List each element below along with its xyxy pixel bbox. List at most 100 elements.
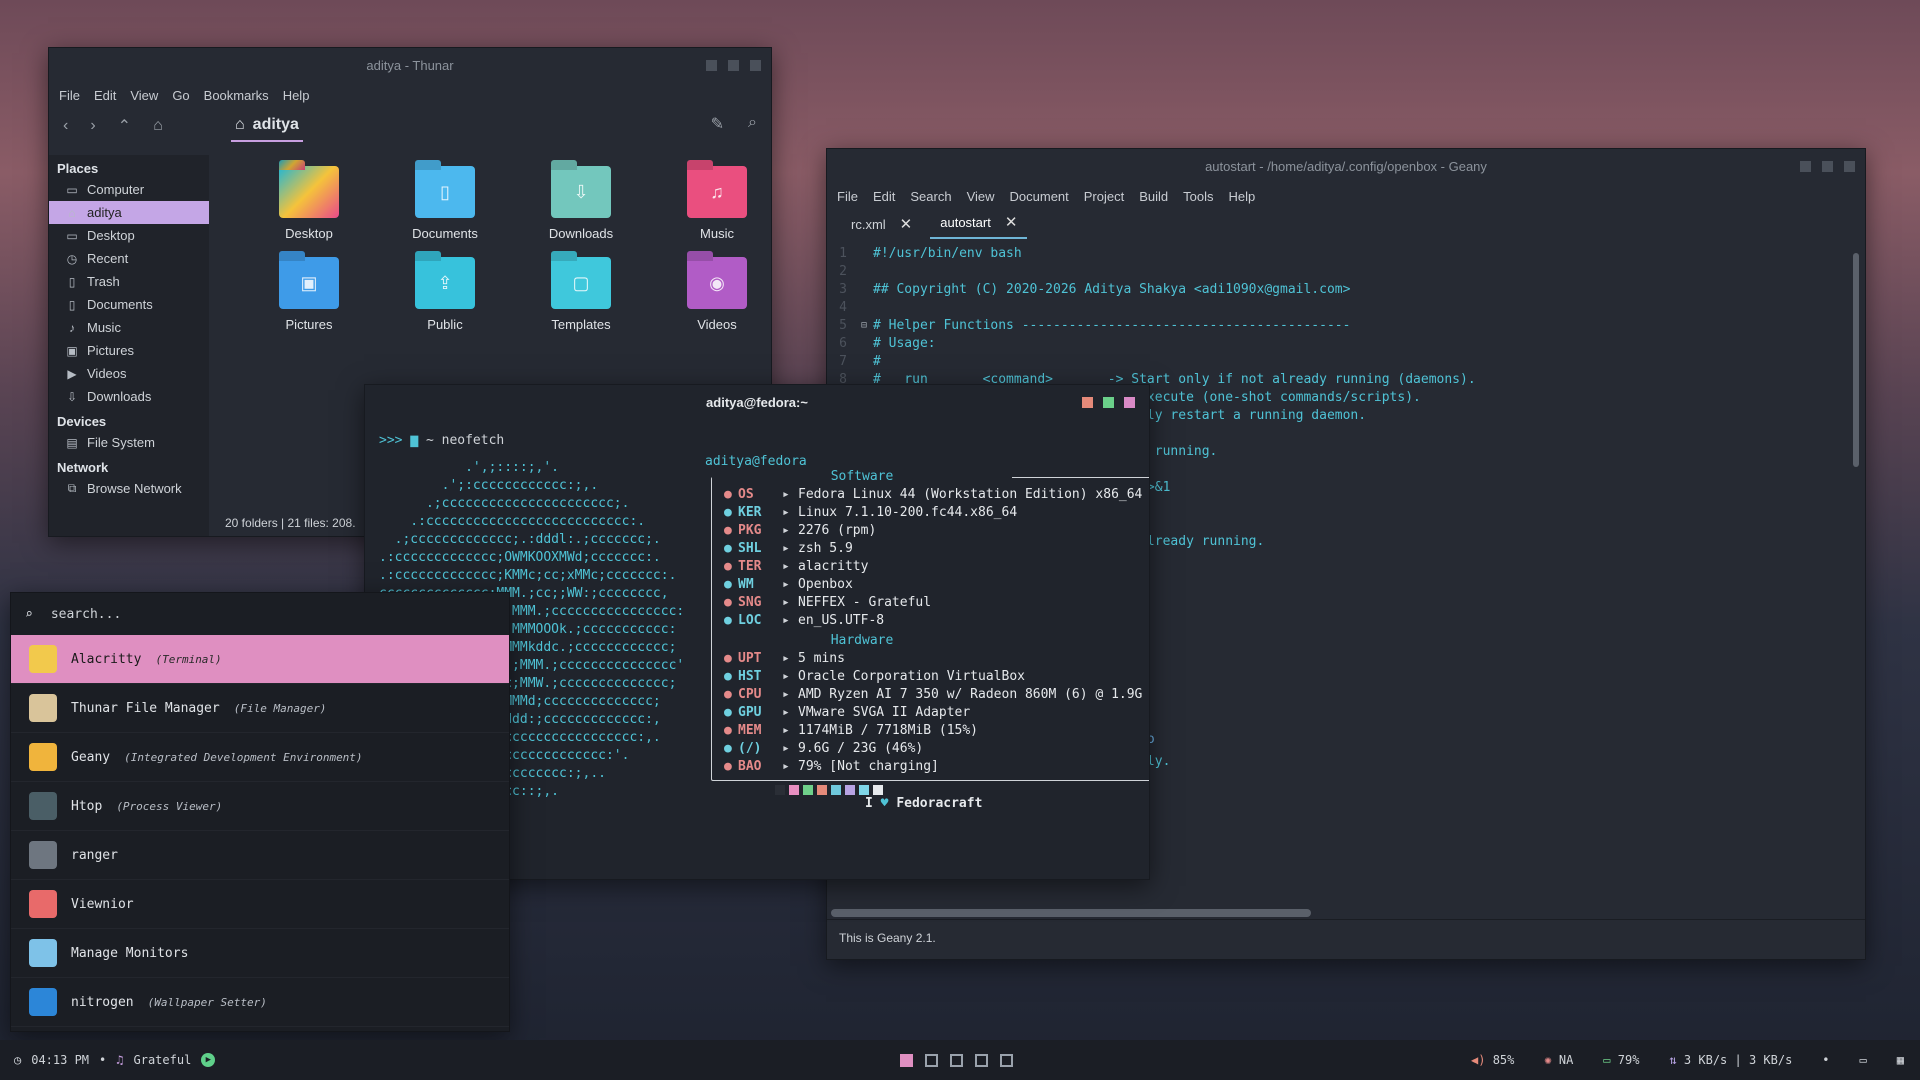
info-row-sng: ● SNG ▸ NEFFEX - Grateful: [724, 595, 932, 610]
workspace-1[interactable]: [900, 1053, 913, 1067]
menu-edit[interactable]: Edit: [94, 88, 116, 103]
menu-search[interactable]: Search: [910, 189, 951, 204]
menu-document[interactable]: Document: [1010, 189, 1069, 204]
window-controls: [1082, 397, 1135, 408]
sidebar-item-computer[interactable]: ▭ Computer: [49, 178, 209, 201]
thunar-titlebar[interactable]: aditya - Thunar: [49, 48, 771, 82]
app-icon: [29, 645, 57, 673]
file-item[interactable]: ▢ Templates: [513, 257, 649, 332]
minimize-button[interactable]: [706, 60, 717, 71]
close-button[interactable]: [1844, 161, 1855, 172]
close-button[interactable]: [750, 60, 761, 71]
sidebar-item-aditya[interactable]: ⌂ aditya: [49, 201, 209, 224]
geany-status-bar: This is Geany 2.1.: [827, 919, 1865, 959]
forward-icon[interactable]: ›: [90, 117, 95, 135]
launcher-item[interactable]: nitrogen (Wallpaper Setter): [11, 978, 509, 1027]
launcher-search[interactable]: ⌕ search...: [11, 593, 509, 635]
menu-bookmarks[interactable]: Bookmarks: [204, 88, 269, 103]
monitor-icon[interactable]: ▭: [1860, 1053, 1867, 1067]
tab-rc-xml[interactable]: rc.xml ✕: [841, 215, 922, 239]
menu-help[interactable]: Help: [283, 88, 310, 103]
ascii-line: .:ccccccccccccc;OWMKOOXMWd;ccccccc:.: [379, 550, 661, 565]
launcher-item[interactable]: Thunar File Manager (File Manager): [11, 684, 509, 733]
app-icon: [29, 792, 57, 820]
code-line: 4: [839, 300, 847, 315]
menu-go[interactable]: Go: [172, 88, 189, 103]
file-item[interactable]: ⇪ Public: [377, 257, 513, 332]
menu-help[interactable]: Help: [1229, 189, 1256, 204]
minimize-button[interactable]: [1800, 161, 1811, 172]
code-line: 1 #!/usr/bin/env bash: [839, 246, 1022, 261]
sidebar-item-downloads[interactable]: ⇩ Downloads: [49, 385, 209, 408]
sidebar-item-recent[interactable]: ◷ Recent: [49, 247, 209, 270]
info-row-os: ● OS ▸ Fedora Linux 44 (Workstation Edition…: [724, 487, 1143, 502]
geany-titlebar[interactable]: autostart - /home/aditya/.config/openbox…: [827, 149, 1865, 183]
menu-project[interactable]: Project: [1084, 189, 1124, 204]
menu-edit[interactable]: Edit: [873, 189, 895, 204]
launcher-item[interactable]: Geany (Integrated Development Environment…: [11, 733, 509, 782]
menu-file[interactable]: File: [837, 189, 858, 204]
sidebar-item-documents[interactable]: ▯ Documents: [49, 293, 209, 316]
sidebar-item-videos[interactable]: ▶ Videos: [49, 362, 209, 385]
workspace-2[interactable]: [925, 1053, 938, 1067]
close-button[interactable]: [1124, 397, 1135, 408]
sidebar-item-network[interactable]: ⧉ Browse Network: [49, 477, 209, 500]
menu-build[interactable]: Build: [1139, 189, 1168, 204]
sidebar-item-desktop[interactable]: ▭ Desktop: [49, 224, 209, 247]
launcher-item[interactable]: Manage Monitors: [11, 929, 509, 978]
back-icon[interactable]: ‹: [63, 117, 68, 135]
file-item[interactable]: ♫ Music: [649, 166, 771, 241]
workspace-4[interactable]: [975, 1053, 988, 1067]
network-icon: ⧉: [67, 481, 77, 495]
menu-file[interactable]: File: [59, 88, 80, 103]
ascii-line: .:ccccccccccccc;KMMc;cc;xMMc;ccccccc:.: [379, 568, 677, 583]
launcher-item[interactable]: Alacritty (Terminal): [11, 635, 509, 684]
close-icon[interactable]: ✕: [1005, 213, 1018, 231]
launcher-item[interactable]: ranger: [11, 831, 509, 880]
launcher-item[interactable]: Htop (Process Viewer): [11, 782, 509, 831]
app-launcher: ⌕ search... Alacritty (Terminal) Thunar Fil…: [10, 592, 510, 1032]
sidebar-item-pictures[interactable]: ▣ Pictures: [49, 339, 209, 362]
battery-widget[interactable]: ▭ 79%: [1603, 1053, 1639, 1067]
file-item[interactable]: ⇩ Downloads: [513, 166, 649, 241]
up-icon[interactable]: ⌃: [118, 116, 131, 136]
search-input[interactable]: search...: [51, 607, 121, 622]
maximize-button[interactable]: [1103, 397, 1114, 408]
file-item[interactable]: Desktop: [241, 166, 377, 241]
menu-view[interactable]: View: [130, 88, 158, 103]
close-icon[interactable]: ✕: [900, 215, 913, 233]
sidebar-item-trash[interactable]: ▯ Trash: [49, 270, 209, 293]
play-icon[interactable]: ▶: [201, 1053, 216, 1067]
workspace-5[interactable]: [1000, 1053, 1013, 1067]
launcher-list: Alacritty (Terminal) Thunar File Manager (F…: [11, 635, 509, 1027]
terminal-title: aditya@fedora:~: [706, 394, 808, 410]
file-item[interactable]: ▣ Pictures: [241, 257, 377, 332]
network-widget[interactable]: ⇅ 3 KB/s | 3 KB/s: [1669, 1053, 1792, 1067]
path-bar[interactable]: ⌂ aditya: [231, 112, 303, 142]
picture-icon: ▣: [66, 343, 78, 358]
sidebar-item-music[interactable]: ♪ Music: [49, 316, 209, 339]
sidebar-item-filesystem[interactable]: ▤ File System: [49, 431, 209, 454]
calendar-icon[interactable]: ▦: [1897, 1053, 1904, 1067]
tab-autostart[interactable]: autostart ✕: [930, 213, 1028, 239]
volume-widget[interactable]: ◀) 85%: [1471, 1053, 1514, 1067]
menu-tools[interactable]: Tools: [1183, 189, 1213, 204]
song-title[interactable]: Grateful: [134, 1053, 192, 1067]
info-row-upt: ● UPT ▸ 5 mins: [724, 651, 845, 666]
workspace-3[interactable]: [950, 1053, 963, 1067]
search-icon[interactable]: ⌕: [748, 114, 757, 134]
maximize-button[interactable]: [1822, 161, 1833, 172]
edit-path-icon[interactable]: ✎: [711, 114, 724, 134]
maximize-button[interactable]: [728, 60, 739, 71]
vertical-scrollbar[interactable]: [1853, 253, 1859, 467]
menu-view[interactable]: View: [967, 189, 995, 204]
file-item[interactable]: ▯ Documents: [377, 166, 513, 241]
minimize-button[interactable]: [1082, 397, 1093, 408]
file-item[interactable]: ◉ Videos: [649, 257, 771, 332]
launcher-item[interactable]: Viewnior: [11, 880, 509, 929]
geany-title: autostart - /home/aditya/.config/openbox…: [1205, 158, 1487, 174]
horizontal-scrollbar[interactable]: [831, 909, 1311, 917]
terminal-titlebar[interactable]: aditya@fedora:~: [365, 385, 1149, 419]
brightness-widget[interactable]: ✺ NA: [1544, 1053, 1573, 1067]
home-icon[interactable]: ⌂: [153, 117, 163, 135]
